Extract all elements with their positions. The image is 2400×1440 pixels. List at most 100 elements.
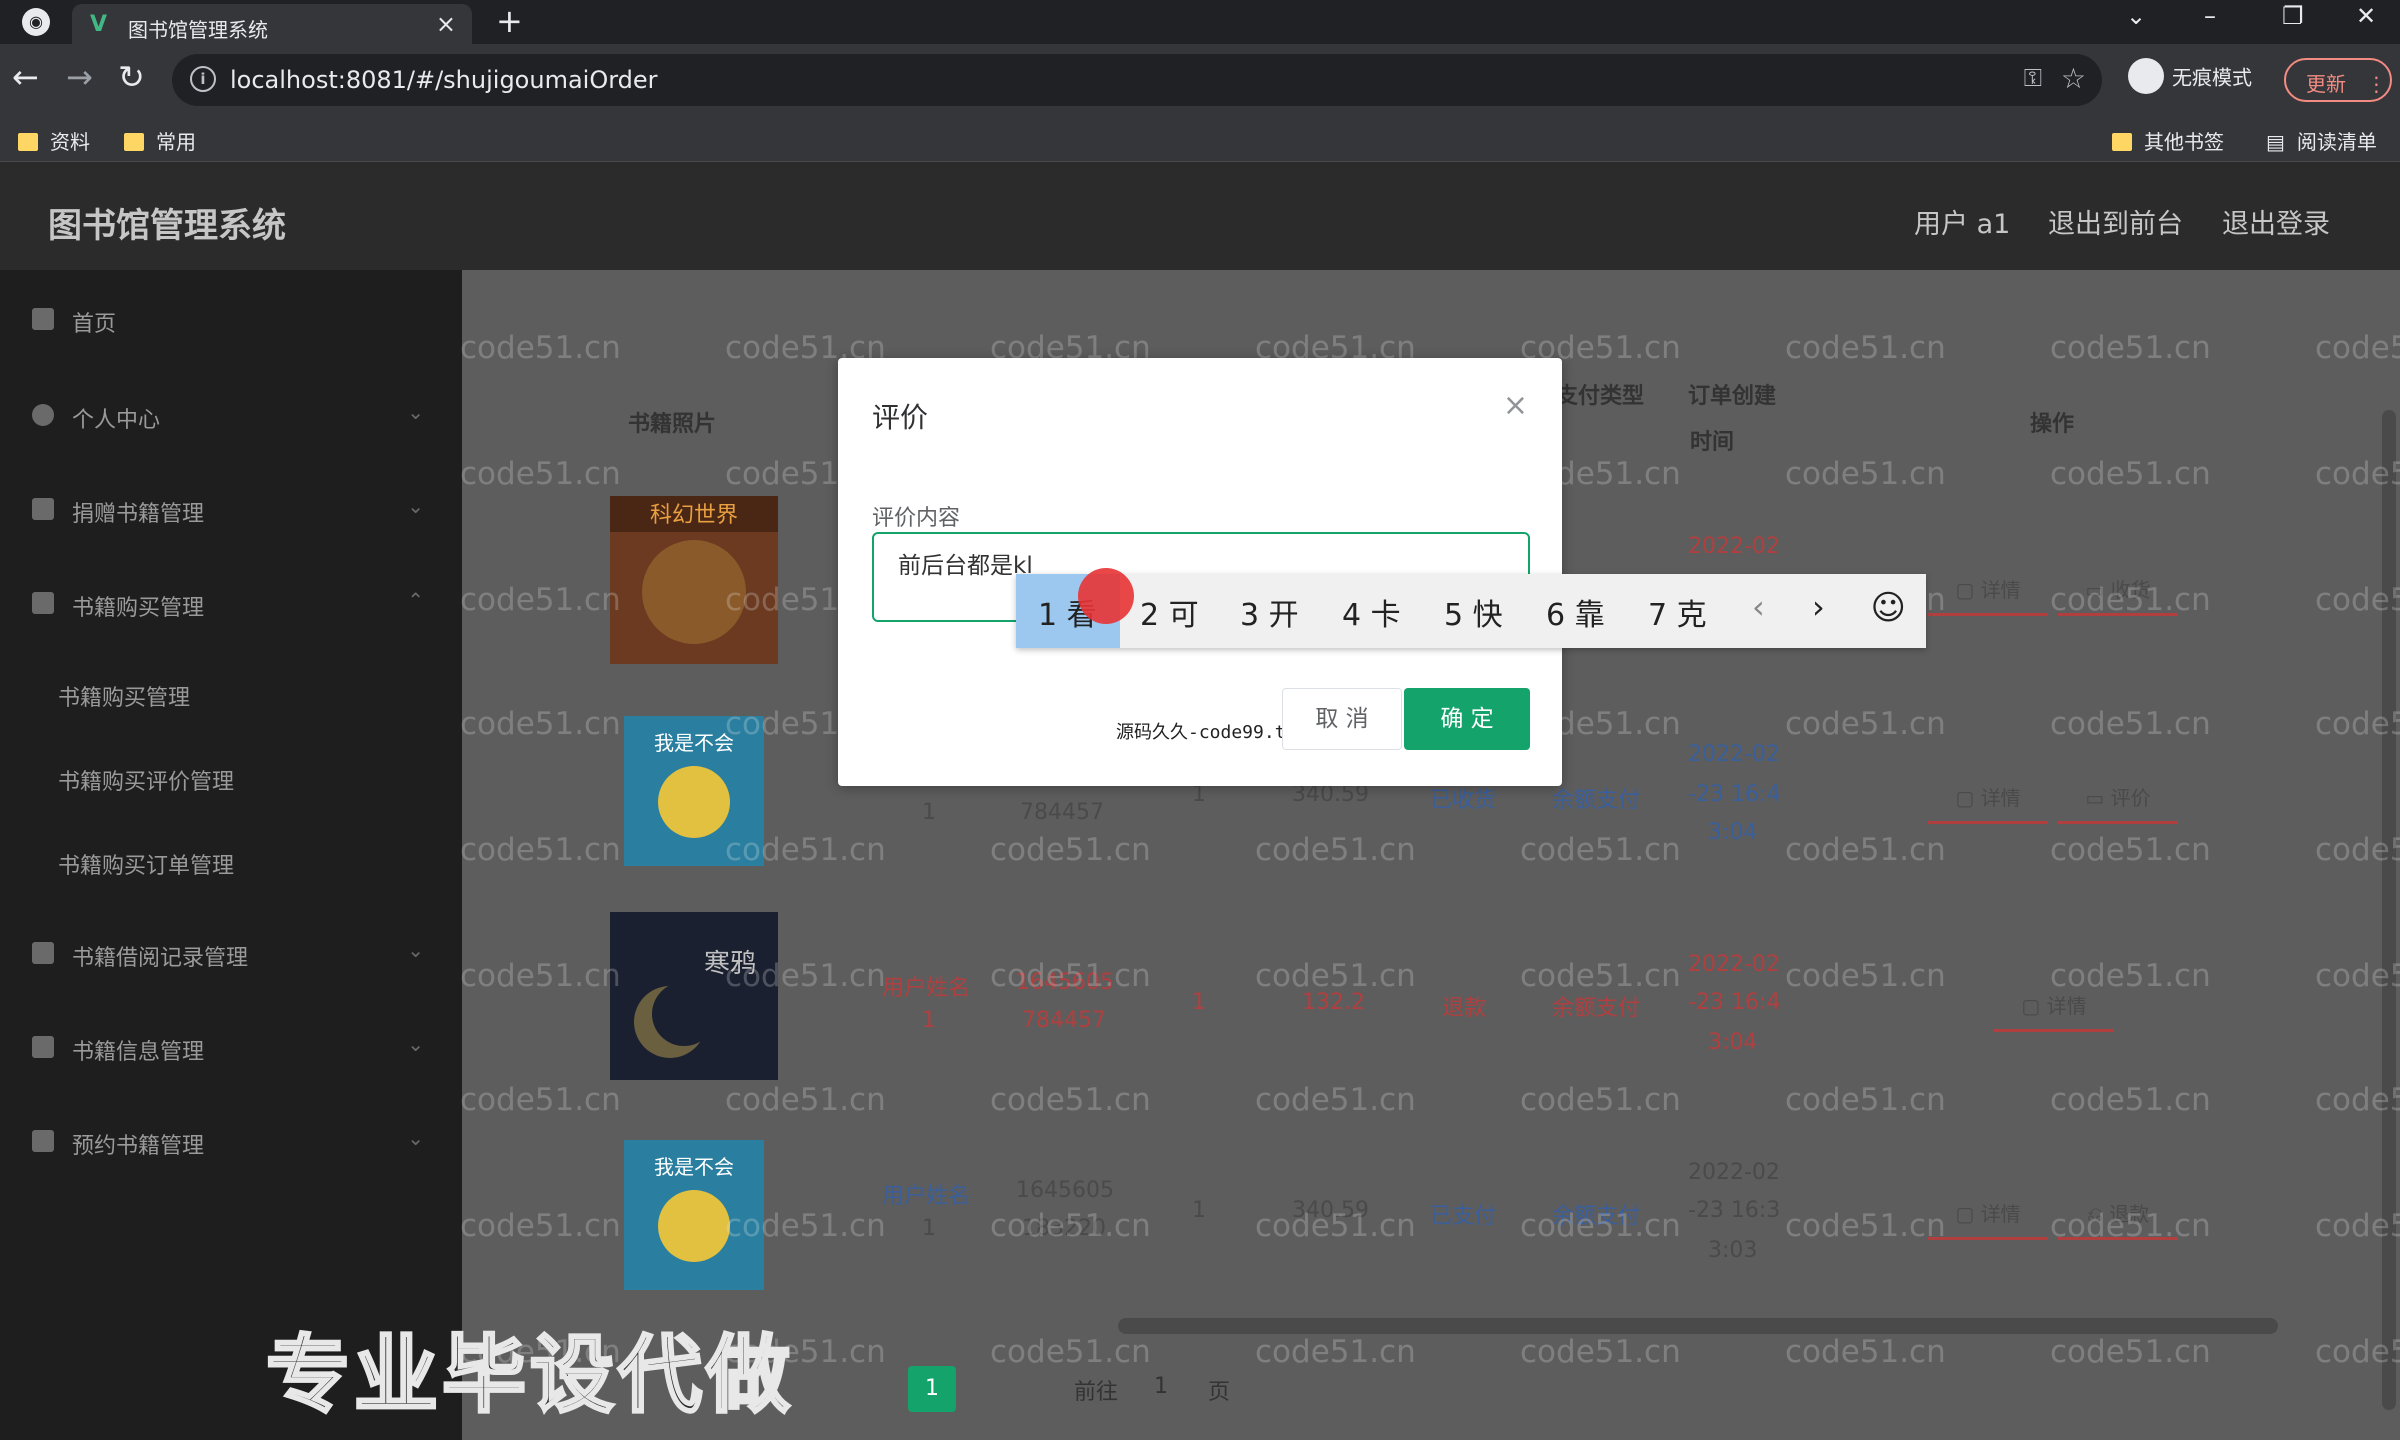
table-cell-status: 退款 [1442,996,1487,1021]
chevron-down-icon: ⌄ [407,938,424,962]
mouse-cursor-highlight [1078,568,1134,624]
column-header-pay-type: 支付类型 [1556,384,1645,409]
bookmark-folder[interactable]: 资料 [18,126,90,155]
column-header-photo: 书籍照片 [628,412,717,437]
more-vert-icon[interactable]: ⋮ [2366,72,2386,96]
omnibox[interactable]: i localhost:8081/#/shujigoumaiOrder ⚿ ☆ [172,54,2102,106]
sidebar-item-reservation[interactable]: 预约书籍管理 ⌄ [0,1112,462,1172]
vertical-scrollbar[interactable] [2382,410,2396,1410]
bookmarks-bar: 资料 常用 其他书签 ▤ 阅读清单 [0,116,2400,162]
ime-candidate[interactable]: 2 可 [1140,590,1199,634]
detail-label: 详情 [1980,578,2021,602]
reload-icon[interactable]: ↻ [118,58,145,96]
table-cell-qty: 1 [1192,1198,1206,1223]
chevron-down-icon: ⌄ [407,494,424,518]
bookmark-label: 资料 [50,130,90,154]
browser-tab[interactable]: V 图书馆管理系统 × [72,4,472,44]
ime-candidate[interactable]: 4 卡 [1342,590,1401,634]
ime-next-icon[interactable]: › [1812,588,1825,626]
minimize-icon[interactable]: – [2204,2,2216,30]
incognito-icon [2128,58,2164,94]
sidebar-item-borrow[interactable]: 书籍借阅记录管理 ⌄ [0,924,462,984]
confirm-button[interactable]: 确 定 [1404,688,1530,750]
table-cell-date: -23 16:3 [1688,1198,1781,1223]
ime-candidate[interactable]: 5 快 [1444,590,1503,634]
table-cell-user: 1 [922,1008,936,1033]
forward-arrow-icon[interactable]: → [66,58,93,96]
pagination-current-page[interactable]: 1 [908,1366,956,1412]
user-label: 用户 a1 [1914,209,2011,240]
book-title-text: 寒鸦 [704,949,756,979]
table-cell-date: 3:03 [1708,1238,1758,1263]
review-content-label: 评价内容 [872,506,961,531]
detail-icon: ▢ [1955,1202,1981,1226]
table-cell-order: 1645605 [1016,1178,1114,1203]
table-cell-date: 2022-02 [1688,534,1780,559]
ime-candidate[interactable]: 6 靠 [1546,590,1605,634]
sidebar-subitem-purchase-review[interactable]: 书籍购买评价管理 [0,748,462,808]
table-cell-user: 1 [922,1216,936,1241]
new-tab-icon[interactable]: + [496,2,523,40]
cancel-button[interactable]: 取 消 [1282,688,1402,750]
folder-icon [124,133,144,151]
table-cell-date: 2022-02 [1688,1160,1780,1185]
detail-button[interactable]: ▢ 详情 [1928,574,2048,616]
table-cell-qty: 1 [1192,990,1206,1015]
star-icon[interactable]: ☆ [2061,62,2086,95]
ime-candidate[interactable]: 7 克 [1648,590,1707,634]
receive-label: 收货 [2110,578,2151,602]
calendar-icon [32,1130,54,1152]
receive-button[interactable]: ▭ 收货 [2058,574,2178,616]
close-icon[interactable]: ✕ [2356,2,2376,30]
info-icon[interactable]: i [190,66,216,92]
emoji-icon[interactable]: ☺ [1871,588,1906,628]
tab-search-icon[interactable]: ⌄ [2126,2,2146,30]
source-text: 源码久久-code99.top [1116,722,1308,743]
column-header-created: 订单创建 [1688,384,1777,409]
sidebar-item-book-info[interactable]: 书籍信息管理 ⌄ [0,1018,462,1078]
exit-to-front-link[interactable]: 退出到前台 [2048,202,2183,241]
horizontal-scrollbar[interactable] [1118,1318,2278,1334]
update-button[interactable]: 更新 ⋮ [2284,58,2392,102]
sidebar-item-profile[interactable]: 个人中心 ⌄ [0,386,462,446]
sidebar-item-home[interactable]: 首页 [0,290,462,350]
detail-icon: ▢ [1955,578,1981,602]
table-cell-order: 784457 [1022,1008,1106,1033]
detail-label: 详情 [1980,1202,2021,1226]
review-dialog: 评价 × 评价内容 前后台都是kl 源码久久-code99.top 取 消 确 … [838,358,1562,786]
review-button[interactable]: ▭ 评价 [2058,782,2178,824]
table-cell-order: 1645605 [1016,970,1114,995]
ime-candidate[interactable]: 3 开 [1240,590,1299,634]
pagination-goto-input[interactable]: 1 [1154,1374,1168,1399]
incognito-indicator[interactable]: 无痕模式 [2128,58,2252,102]
detail-button[interactable]: ▢ 详情 [1928,782,2048,824]
sidebar-subitem-purchase[interactable]: 书籍购买管理 [0,664,462,724]
url-text[interactable]: localhost:8081/#/shujigoumaiOrder [230,66,658,94]
ime-prev-icon[interactable]: ‹ [1752,588,1765,626]
refund-button[interactable]: ⎌ 退款 [2058,1198,2178,1240]
back-arrow-icon[interactable]: ← [12,58,39,96]
bookmark-label: 常用 [156,130,196,154]
reading-list[interactable]: ▤ 阅读清单 [2266,126,2377,155]
refund-icon: ⎌ [2086,1202,2110,1226]
logout-link[interactable]: 退出登录 [2222,202,2330,241]
chevron-down-icon: ⌄ [407,1032,424,1056]
detail-button[interactable]: ▢ 详情 [1928,1198,2048,1240]
tab-close-icon[interactable]: × [436,10,456,38]
restore-icon[interactable]: ❐ [2282,2,2304,30]
sidebar-subitem-purchase-order[interactable]: 书籍购买订单管理 [0,832,462,892]
bookmark-folder[interactable]: 常用 [124,126,196,155]
pagination-goto-prefix: 前往 [1074,1380,1119,1405]
bookmark-folder-other[interactable]: 其他书签 [2112,126,2224,155]
review-icon: ▭ [2085,786,2111,810]
table-cell-user: 用户姓名 [882,1184,971,1209]
app-title: 图书馆管理系统 [48,206,286,246]
detail-button[interactable]: ▢ 详情 [1994,990,2114,1032]
sidebar-item-purchase[interactable]: 书籍购买管理 ⌃ [0,574,462,634]
sidebar-item-donation[interactable]: 捐赠书籍管理 ⌄ [0,480,462,540]
user-icon [32,404,54,426]
close-icon[interactable]: × [1503,388,1528,423]
key-icon[interactable]: ⚿ [2024,64,2042,92]
table-cell-status: 已收货 [1430,788,1497,813]
update-label: 更新 [2306,72,2346,96]
